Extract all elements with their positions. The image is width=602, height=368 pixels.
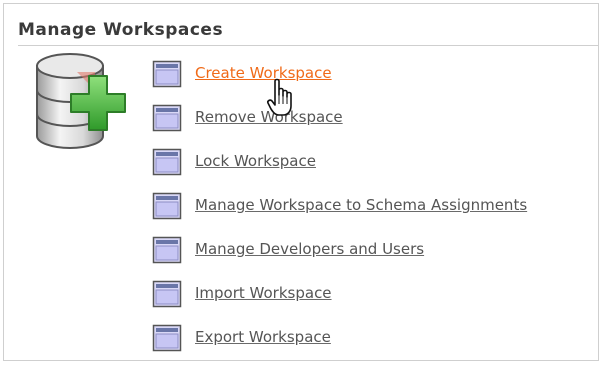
database-add-icon [36, 53, 126, 149]
window-icon [152, 280, 182, 308]
import-workspace-link[interactable]: Import Workspace [195, 284, 332, 302]
window-icon [152, 148, 182, 176]
manage-developers-users-link[interactable]: Manage Developers and Users [195, 240, 424, 258]
lock-workspace-link[interactable]: Lock Workspace [195, 152, 316, 170]
window-icon [152, 324, 182, 352]
manage-schema-assignments-link[interactable]: Manage Workspace to Schema Assignments [195, 196, 527, 214]
window-icon [152, 60, 182, 88]
list-item: Import Workspace [152, 280, 527, 324]
title-divider [18, 45, 598, 46]
section-title: Manage Workspaces [18, 20, 224, 40]
list-item: Manage Developers and Users [152, 236, 527, 280]
list-item: Lock Workspace [152, 148, 527, 192]
hand-pointer-icon [267, 78, 292, 116]
list-item: Manage Workspace to Schema Assignments [152, 192, 527, 236]
export-workspace-link[interactable]: Export Workspace [195, 328, 331, 346]
list-item: Create Workspace [152, 60, 527, 104]
window-icon [152, 192, 182, 220]
window-icon [152, 236, 182, 264]
create-workspace-link[interactable]: Create Workspace [195, 64, 332, 82]
workspace-links-list: Create Workspace Remove Workspace Lock W… [152, 60, 527, 368]
window-icon [152, 104, 182, 132]
list-item: Export Workspace [152, 324, 527, 368]
list-item: Remove Workspace [152, 104, 527, 148]
manage-workspaces-panel: Manage Workspaces Create Workspace Remov… [3, 3, 599, 361]
